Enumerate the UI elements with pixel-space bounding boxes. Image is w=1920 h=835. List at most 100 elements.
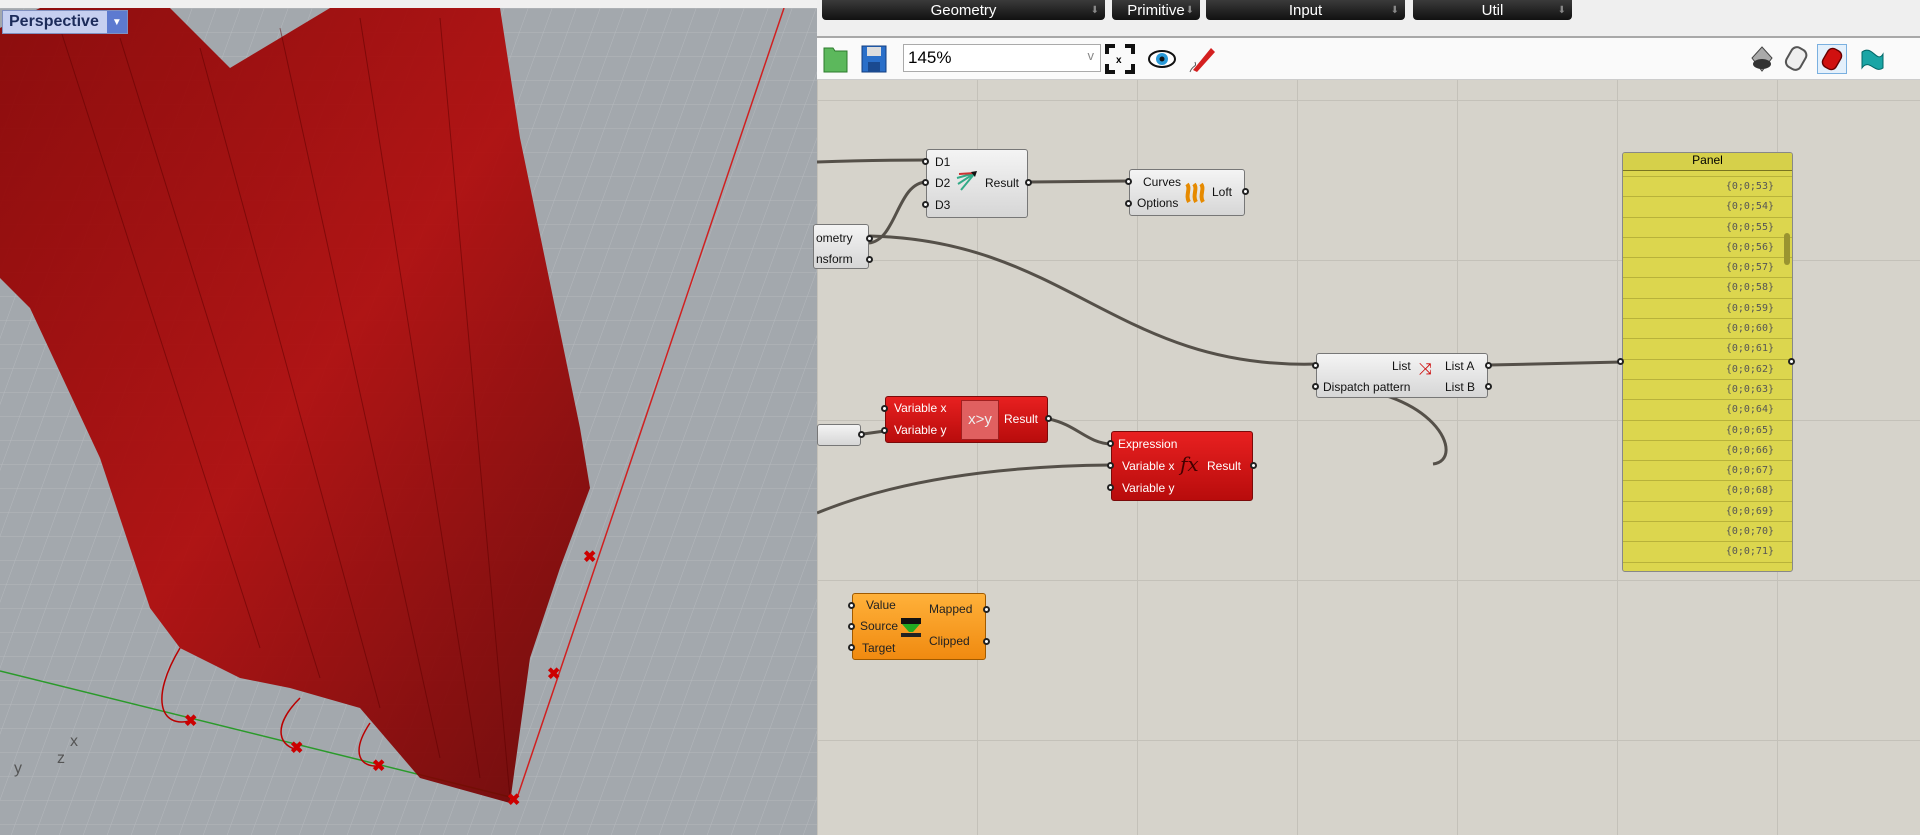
- output-port[interactable]: [858, 431, 865, 438]
- input-port[interactable]: [881, 427, 888, 434]
- sketch-pen-icon[interactable]: [1187, 44, 1217, 74]
- port-label: Curves: [1143, 175, 1182, 189]
- dispatch-icon: ⤨: [1419, 361, 1432, 378]
- port-label: Result: [1004, 412, 1039, 426]
- input-port[interactable]: [1312, 383, 1319, 390]
- surface-icon[interactable]: [1857, 44, 1887, 74]
- panel-item: {0;0;60}: [1623, 319, 1792, 340]
- output-port[interactable]: [983, 638, 990, 645]
- save-file-icon[interactable]: [859, 44, 889, 74]
- dispatch-component[interactable]: List Dispatch pattern ⤨ List A List B: [1312, 353, 1492, 398]
- svg-text:✖: ✖: [372, 758, 385, 775]
- panel-list: {0;0;53} {0;0;54} {0;0;55} {0;0;56} {0;0;57}…: [1623, 177, 1792, 563]
- tab-util[interactable]: Util ⬇: [1413, 0, 1572, 20]
- zoom-value: 145%: [908, 48, 952, 67]
- output-port[interactable]: [1485, 383, 1492, 390]
- expression-component[interactable]: Expression Variable x Variable y fx Resu…: [1107, 431, 1257, 501]
- remap-component[interactable]: Value Source Target Mapped Clipped: [848, 593, 990, 660]
- svg-text:✖: ✖: [547, 666, 560, 683]
- port-label: List B: [1445, 380, 1476, 394]
- input-port[interactable]: [1125, 200, 1132, 207]
- tab-input[interactable]: Input ⬇: [1206, 0, 1405, 20]
- rhino-viewport[interactable]: ✖ ✖ ✖ ✖ ✖ ✖ Perspective ▼ x z y: [0, 0, 817, 835]
- input-port[interactable]: [922, 179, 929, 186]
- panel-scrollbar[interactable]: [1784, 233, 1790, 265]
- grasshopper-canvas[interactable]: D1 D2 D3 Result Curves Options Loft omet…: [813, 80, 1920, 835]
- viewport-geometry: ✖ ✖ ✖ ✖ ✖ ✖: [0, 8, 817, 835]
- svg-text:✖: ✖: [290, 740, 303, 757]
- port-label: Options: [1137, 196, 1179, 210]
- wire: [868, 234, 1318, 366]
- grasshopper-editor: Geometry ⬇ Primitive ⬇ Input ⬇ Util ⬇ 145% v …: [813, 0, 1920, 835]
- input-port[interactable]: [1125, 178, 1132, 185]
- input-port[interactable]: [1107, 440, 1114, 447]
- zoom-extents-icon[interactable]: x: [1105, 44, 1135, 74]
- panel-input-port[interactable]: [1617, 358, 1624, 365]
- panel-item: {0;0;71}: [1623, 542, 1792, 563]
- input-port[interactable]: [1312, 362, 1319, 369]
- viewport-menu-chevron-icon[interactable]: ▼: [106, 11, 127, 33]
- panel-component[interactable]: Panel {0;0;53} {0;0;54} {0;0;55} {0;0;56} {0…: [1622, 152, 1793, 572]
- expand-arrow-icon: ⬇: [1390, 4, 1399, 16]
- input-port[interactable]: [848, 623, 855, 630]
- preview-wireframe-icon[interactable]: [1747, 44, 1777, 74]
- tab-label: Input: [1288, 1, 1323, 19]
- input-port[interactable]: [922, 201, 929, 208]
- loft-component[interactable]: Curves Options Loft: [1125, 169, 1249, 216]
- input-port[interactable]: [1107, 484, 1114, 491]
- expand-arrow-icon: ⬇: [1557, 4, 1566, 16]
- output-port[interactable]: [983, 606, 990, 613]
- wire: [817, 158, 928, 164]
- preview-eye-icon[interactable]: [1147, 44, 1177, 74]
- panel-item: {0;0;61}: [1623, 339, 1792, 360]
- open-file-icon[interactable]: [821, 44, 851, 74]
- port-label: Expression: [1118, 437, 1178, 451]
- panel-item: {0;0;55}: [1623, 218, 1792, 238]
- axis-x-label: x: [70, 733, 78, 750]
- port-label: Mapped: [929, 602, 973, 616]
- svg-text:✖: ✖: [583, 549, 596, 566]
- tab-geometry[interactable]: Geometry ⬇: [822, 0, 1105, 20]
- viewport-name: Perspective: [9, 13, 99, 30]
- input-port[interactable]: [1107, 462, 1114, 469]
- port-label: Loft: [1212, 185, 1233, 199]
- input-port[interactable]: [922, 158, 929, 165]
- output-port[interactable]: [866, 235, 873, 242]
- wire: [1048, 417, 1112, 446]
- preview-shaded-icon[interactable]: [1782, 44, 1812, 74]
- input-port[interactable]: [848, 602, 855, 609]
- compare-component[interactable]: Variable x Variable y x>y Result: [881, 396, 1052, 443]
- svg-text:✖: ✖: [507, 792, 520, 809]
- wire: [1488, 360, 1623, 367]
- merge-component[interactable]: D1 D2 D3 Result: [922, 149, 1032, 218]
- panel-item: {0;0;70}: [1623, 522, 1792, 543]
- zoom-level-select[interactable]: 145% v: [903, 44, 1101, 72]
- viewport-title[interactable]: Perspective ▼: [2, 10, 128, 34]
- output-port[interactable]: [866, 256, 873, 263]
- tab-label: Util: [1481, 1, 1504, 19]
- port-label: Source: [860, 619, 899, 633]
- svg-text:✖: ✖: [184, 713, 197, 730]
- transform-component[interactable]: ometry nsform: [813, 224, 873, 269]
- preview-selected-icon[interactable]: [1817, 44, 1847, 74]
- output-port[interactable]: [1045, 415, 1052, 422]
- port-label: List A: [1445, 359, 1475, 373]
- tab-label: Geometry: [930, 1, 997, 19]
- input-port[interactable]: [881, 405, 888, 412]
- output-port[interactable]: [1025, 179, 1032, 186]
- port-label: Result: [985, 176, 1020, 190]
- remap-icon: [901, 618, 921, 637]
- panel-output-port[interactable]: [1788, 358, 1795, 365]
- port-label: Result: [1207, 459, 1242, 473]
- collapsed-parameter[interactable]: [817, 424, 865, 446]
- output-port[interactable]: [1250, 462, 1257, 469]
- port-label: Dispatch pattern: [1323, 380, 1411, 394]
- output-port[interactable]: [1242, 188, 1249, 195]
- chevron-down-icon: v: [1087, 48, 1095, 63]
- panel-item: {0;0;66}: [1623, 441, 1792, 462]
- function-fx-icon: fx: [1180, 452, 1199, 476]
- axis-z-label: z: [57, 750, 65, 767]
- tab-primitive[interactable]: Primitive ⬇: [1112, 0, 1200, 20]
- input-port[interactable]: [848, 644, 855, 651]
- output-port[interactable]: [1485, 362, 1492, 369]
